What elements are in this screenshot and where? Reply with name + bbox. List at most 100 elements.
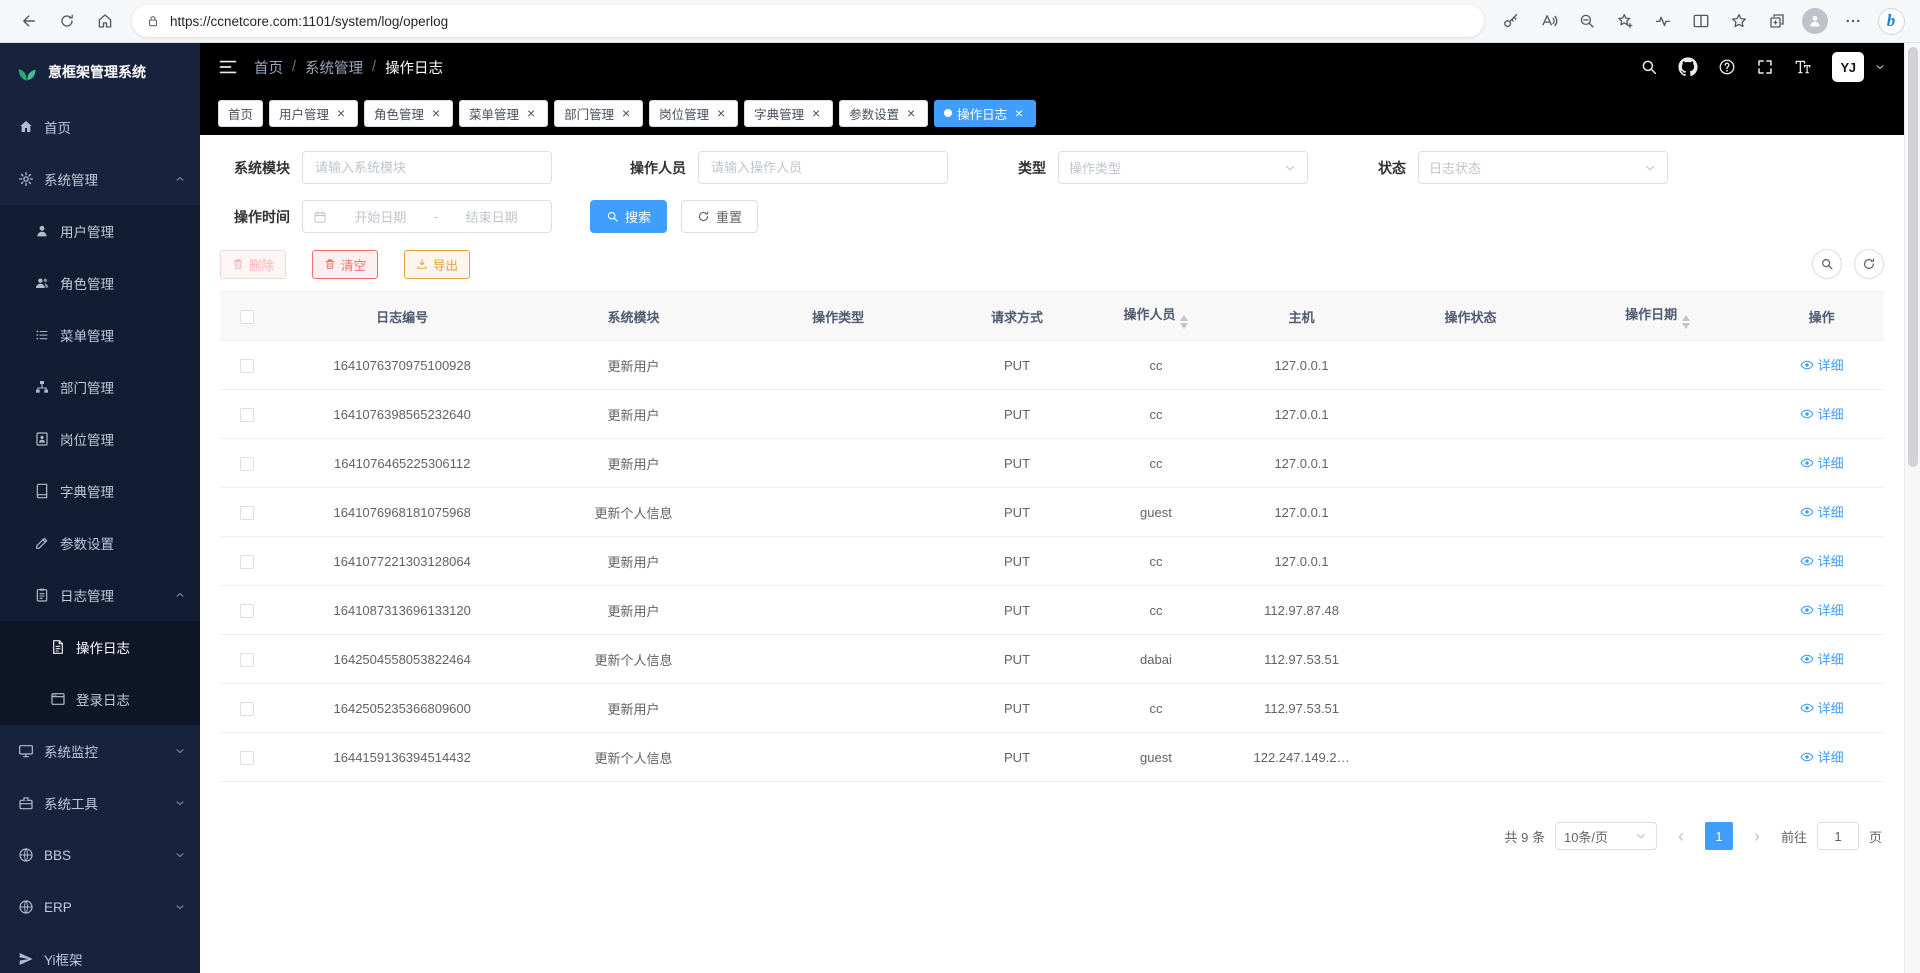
refresh-table-button[interactable] — [1854, 249, 1884, 279]
type-select[interactable]: 操作类型 — [1058, 151, 1308, 184]
page-number-1[interactable]: 1 — [1705, 822, 1733, 850]
profile-button[interactable] — [1796, 4, 1834, 38]
tab-home[interactable]: 首页 — [218, 100, 263, 127]
user-avatar[interactable]: YJ — [1832, 52, 1864, 82]
sidebar-item-user-mgmt[interactable]: 用户管理 — [0, 205, 200, 257]
row-checkbox[interactable] — [240, 653, 254, 667]
fullscreen-icon[interactable] — [1756, 58, 1774, 76]
back-button[interactable] — [10, 4, 48, 38]
tab-param-settings[interactable]: 参数设置 × — [839, 100, 928, 127]
close-icon[interactable]: × — [1012, 106, 1026, 120]
search-button[interactable]: 搜索 — [590, 200, 667, 233]
detail-link[interactable]: 详细 — [1800, 453, 1844, 472]
sidebar-item-bbs[interactable]: BBS — [0, 829, 200, 881]
sidebar-item-param-settings[interactable]: 参数设置 — [0, 517, 200, 569]
module-input[interactable] — [302, 151, 552, 184]
row-checkbox[interactable] — [240, 751, 254, 765]
reload-button[interactable] — [48, 4, 86, 38]
collections-button[interactable] — [1758, 4, 1796, 38]
detail-link[interactable]: 详细 — [1800, 502, 1844, 521]
column-header-4[interactable]: 操作人员 — [1094, 292, 1219, 341]
goto-page-input[interactable] — [1817, 822, 1859, 850]
tab-oper-log[interactable]: 操作日志 × — [934, 100, 1036, 127]
detail-link[interactable]: 详细 — [1800, 551, 1844, 570]
sidebar-item-erp[interactable]: ERP — [0, 881, 200, 933]
detail-link[interactable]: 详细 — [1800, 649, 1844, 668]
detail-link[interactable]: 详细 — [1800, 698, 1844, 717]
close-icon[interactable]: × — [429, 106, 443, 120]
row-checkbox[interactable] — [240, 702, 254, 716]
close-icon[interactable]: × — [524, 106, 538, 120]
detail-link[interactable]: 详细 — [1800, 600, 1844, 619]
tab-menu-mgmt[interactable]: 菜单管理 × — [459, 100, 548, 127]
sidebar-item-log-mgmt[interactable]: 日志管理 — [0, 569, 200, 621]
sidebar-item-menu-mgmt[interactable]: 菜单管理 — [0, 309, 200, 361]
font-size-icon[interactable] — [1794, 58, 1812, 76]
tab-dept-mgmt[interactable]: 部门管理 × — [554, 100, 643, 127]
github-icon[interactable] — [1678, 57, 1698, 77]
next-page-button[interactable]: › — [1743, 822, 1771, 850]
select-all-checkbox[interactable] — [240, 310, 254, 324]
zoom-out-button[interactable] — [1568, 4, 1606, 38]
sidebar-item-oper-log[interactable]: 操作日志 — [0, 621, 200, 673]
bing-button[interactable]: b — [1872, 4, 1910, 38]
chevron-down-icon[interactable] — [1874, 61, 1886, 73]
sidebar-item-yi-framework[interactable]: Yi框架 — [0, 933, 200, 973]
sidebar-item-system-monitor[interactable]: 系统监控 — [0, 725, 200, 777]
sidebar-item-system-tools[interactable]: 系统工具 — [0, 777, 200, 829]
address-bar[interactable]: https://ccnetcore.com:1101/system/log/op… — [132, 5, 1484, 37]
row-checkbox[interactable] — [240, 506, 254, 520]
breadcrumb-home[interactable]: 首页 — [254, 57, 283, 78]
sidebar-item-home[interactable]: 首页 — [0, 101, 200, 153]
row-checkbox[interactable] — [240, 359, 254, 373]
browser-home-button[interactable] — [86, 4, 124, 38]
split-screen-button[interactable] — [1682, 4, 1720, 38]
clear-button[interactable]: 清空 — [312, 250, 378, 279]
export-button[interactable]: 导出 — [404, 250, 470, 279]
sidebar-item-system-mgmt[interactable]: 系统管理 — [0, 153, 200, 205]
eye-icon — [1800, 554, 1814, 568]
tab-post-mgmt[interactable]: 岗位管理 × — [649, 100, 738, 127]
close-icon[interactable]: × — [714, 106, 728, 120]
prev-page-button[interactable]: ‹ — [1667, 822, 1695, 850]
close-icon[interactable]: × — [619, 106, 633, 120]
sidebar-item-post-mgmt[interactable]: 岗位管理 — [0, 413, 200, 465]
browser-essentials-button[interactable] — [1644, 4, 1682, 38]
tab-role-mgmt[interactable]: 角色管理 × — [364, 100, 453, 127]
password-button[interactable] — [1492, 4, 1530, 38]
favorites-button[interactable] — [1720, 4, 1758, 38]
sidebar-item-login-log[interactable]: 登录日志 — [0, 673, 200, 725]
row-checkbox[interactable] — [240, 457, 254, 471]
add-favorite-button[interactable] — [1606, 4, 1644, 38]
reset-button[interactable]: 重置 — [681, 200, 758, 233]
sidebar-item-dept-mgmt[interactable]: 部门管理 — [0, 361, 200, 413]
tab-user-mgmt[interactable]: 用户管理 × — [269, 100, 358, 127]
close-icon[interactable]: × — [334, 106, 348, 120]
menu-fold-icon[interactable] — [218, 57, 238, 77]
row-checkbox[interactable] — [240, 408, 254, 422]
date-range-input[interactable]: 开始日期 - 结束日期 — [302, 200, 552, 233]
column-header-7[interactable]: 操作日期 — [1556, 292, 1759, 341]
browser-menu-button[interactable] — [1834, 4, 1872, 38]
close-icon[interactable]: × — [904, 106, 918, 120]
breadcrumb-system[interactable]: 系统管理 — [305, 57, 363, 78]
delete-button[interactable]: 删除 — [220, 250, 286, 279]
tab-dict-mgmt[interactable]: 字典管理 × — [744, 100, 833, 127]
sidebar-item-dict-mgmt[interactable]: 字典管理 — [0, 465, 200, 517]
row-checkbox[interactable] — [240, 604, 254, 618]
detail-link[interactable]: 详细 — [1800, 355, 1844, 374]
search-icon[interactable] — [1640, 58, 1658, 76]
toggle-search-button[interactable] — [1812, 249, 1842, 279]
status-select[interactable]: 日志状态 — [1418, 151, 1668, 184]
detail-link[interactable]: 详细 — [1800, 747, 1844, 766]
page-size-select[interactable]: 10条/页 — [1555, 822, 1657, 850]
scrollbar-thumb[interactable] — [1908, 47, 1918, 467]
operator-input[interactable] — [698, 151, 948, 184]
read-aloud-button[interactable] — [1530, 4, 1568, 38]
help-icon[interactable] — [1718, 58, 1736, 76]
close-icon[interactable]: × — [809, 106, 823, 120]
row-checkbox[interactable] — [240, 555, 254, 569]
detail-link[interactable]: 详细 — [1800, 404, 1844, 423]
scrollbar[interactable] — [1904, 43, 1920, 973]
sidebar-item-role-mgmt[interactable]: 角色管理 — [0, 257, 200, 309]
